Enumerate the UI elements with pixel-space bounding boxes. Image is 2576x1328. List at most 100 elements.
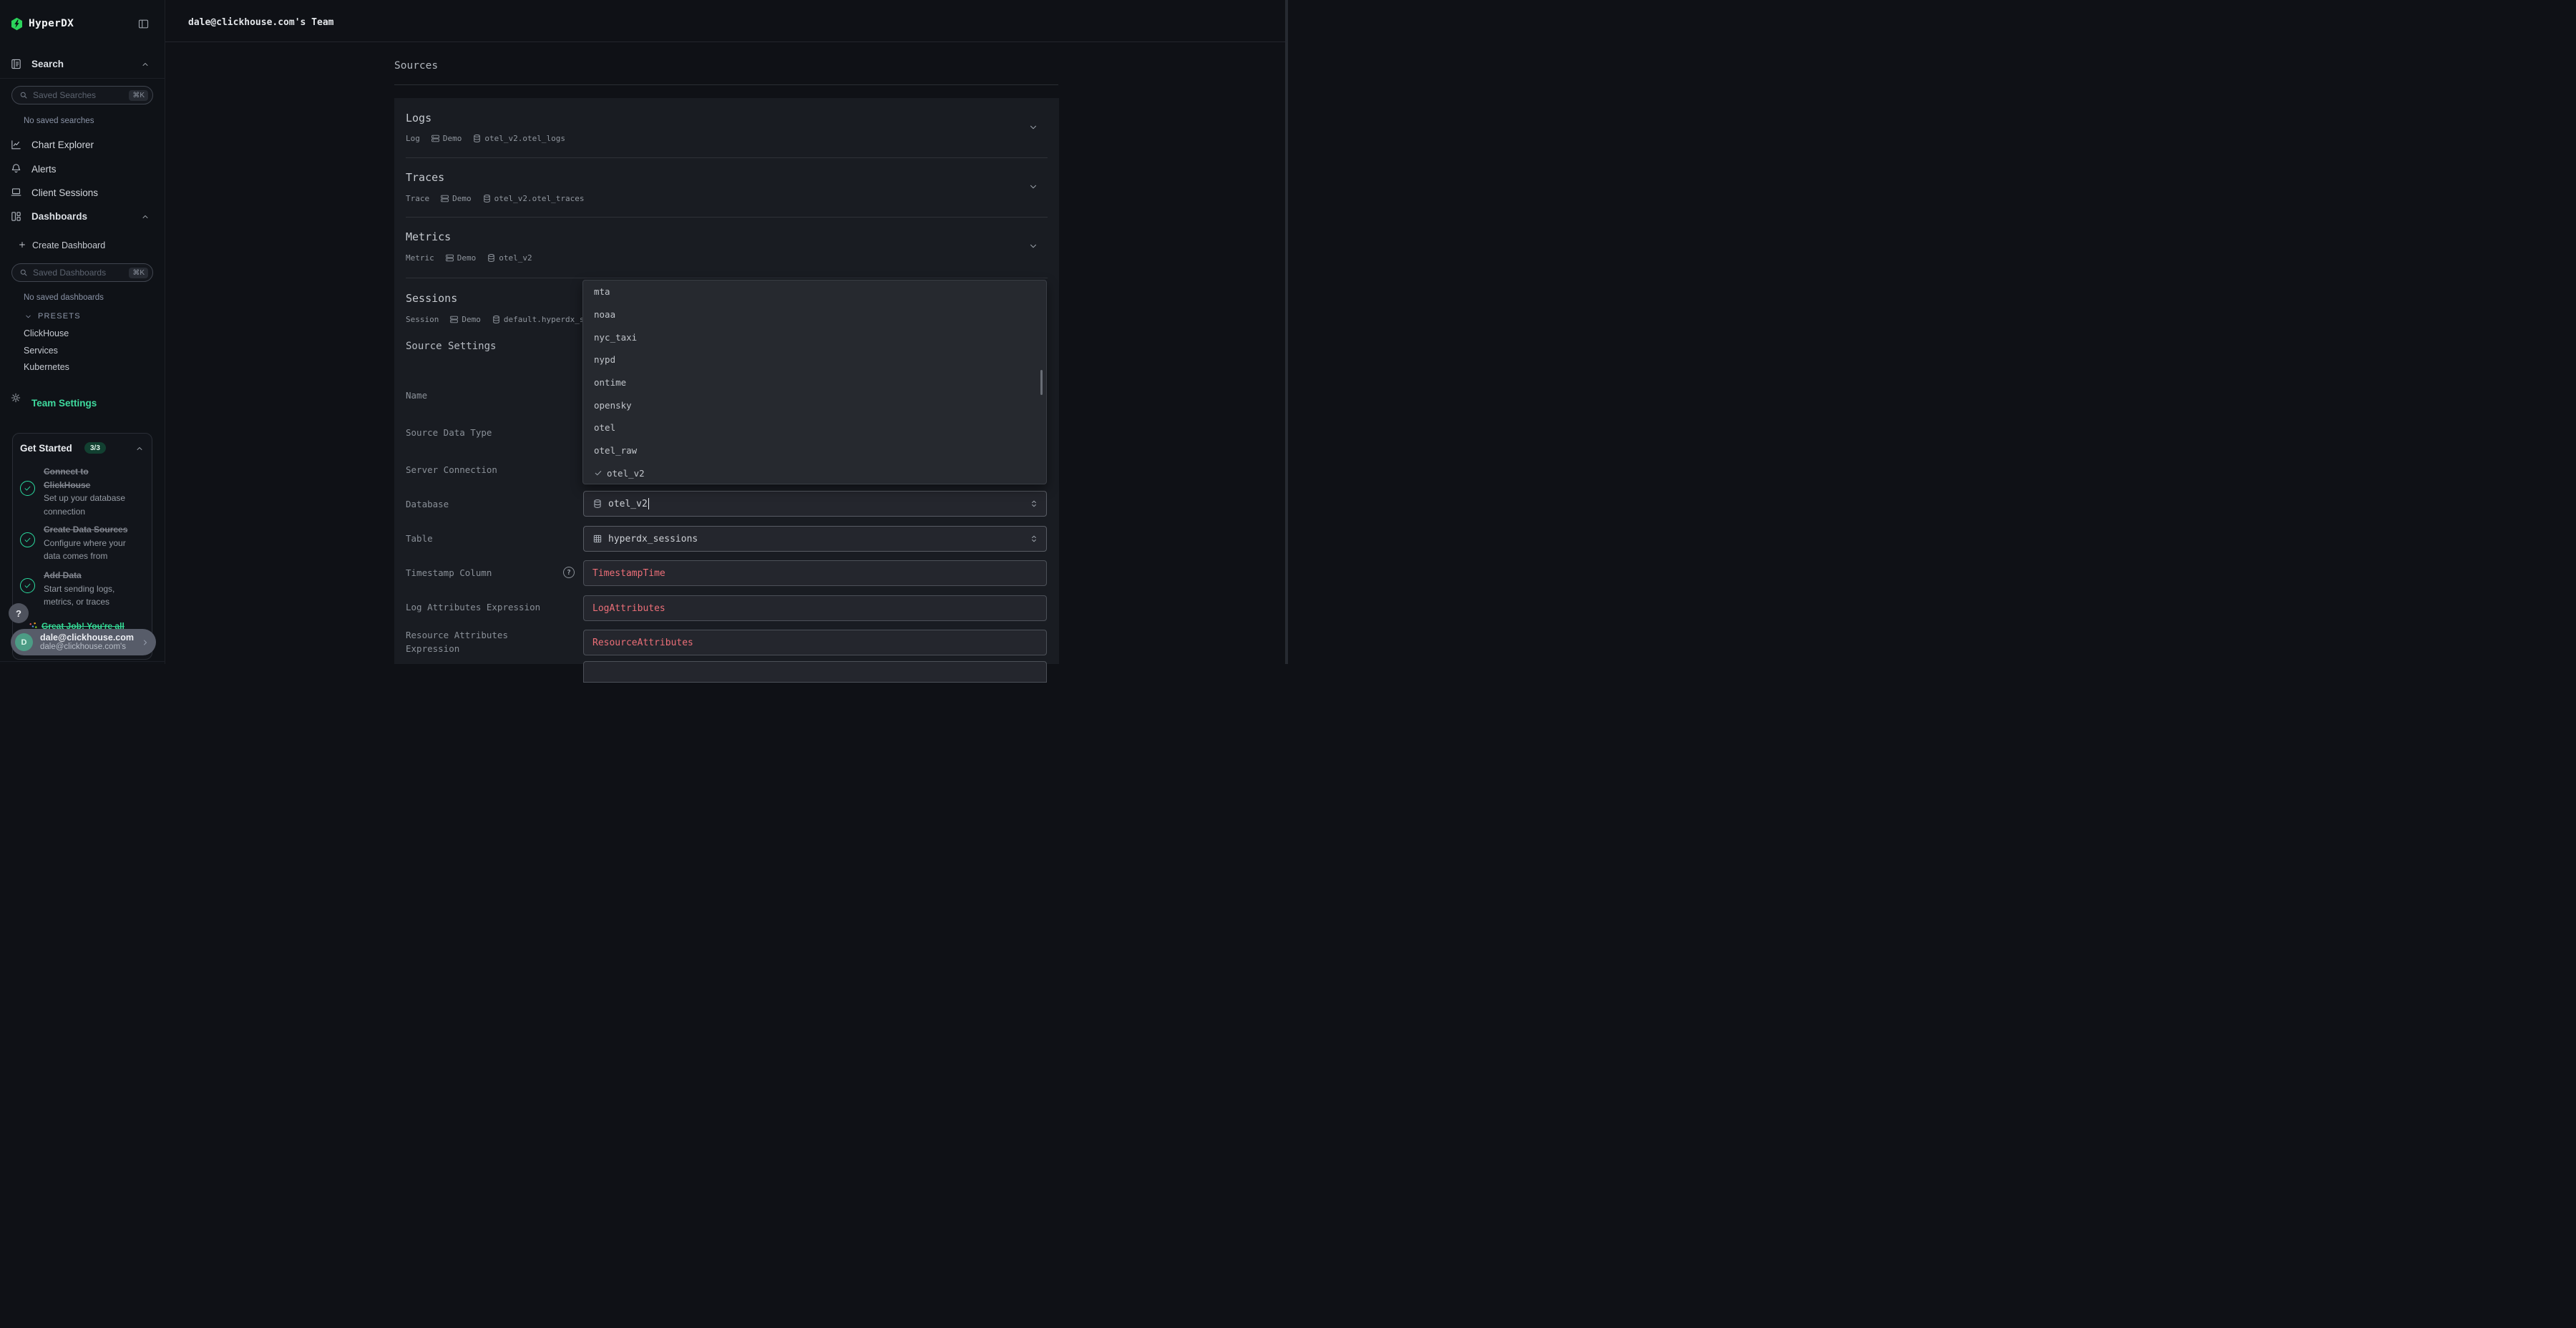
database-value: otel_v2 (608, 499, 648, 509)
saved-searches-input[interactable] (33, 90, 129, 100)
server-icon (445, 253, 454, 263)
resource-attributes-value: ResourceAttributes (592, 638, 693, 648)
help-button[interactable]: ? (9, 603, 29, 623)
collapse-sidebar-icon[interactable] (137, 18, 150, 30)
dropdown-option-selected[interactable]: otel_v2 (583, 462, 1046, 485)
preset-clickhouse[interactable]: ClickHouse (24, 328, 69, 338)
dropdown-option[interactable]: mta (583, 280, 1046, 303)
presets-chevron-down-icon[interactable] (24, 313, 32, 321)
dropdown-option[interactable]: opensky (583, 394, 1046, 416)
resource-attributes-input[interactable]: ResourceAttributes (583, 630, 1047, 655)
get-started-item[interactable]: Connect to ClickHouse Set up your databa… (44, 465, 125, 518)
database-dropdown: mta noaa nyc_taxi nypd ontime opensky ot… (582, 280, 1047, 484)
dropdown-option[interactable]: noaa (583, 303, 1046, 326)
check-icon (594, 469, 602, 477)
expand-chevron-down-icon[interactable] (1028, 241, 1038, 251)
no-saved-dashboards-note: No saved dashboards (24, 293, 104, 302)
source-section-traces[interactable]: Traces (406, 171, 444, 184)
dropdown-option[interactable]: nyc_taxi (583, 326, 1046, 348)
plus-icon (18, 240, 26, 249)
next-input-partial[interactable] (583, 661, 1047, 683)
saved-dashboards-input[interactable] (33, 268, 129, 278)
dropdown-scrollbar[interactable] (1040, 370, 1043, 395)
table-name: default.hyperdx_s (504, 315, 585, 324)
step-title-line: Create Data Sources (44, 523, 127, 537)
database-icon (472, 134, 482, 143)
help-icon[interactable]: ? (563, 567, 575, 578)
resource-attributes-label-line1: Resource Attributes (406, 630, 508, 640)
table-label: Table (406, 533, 433, 544)
resource-attributes-label-line2: Expression (406, 643, 459, 654)
server-icon (449, 315, 459, 324)
dashboards-collapse-chevron-up-icon[interactable] (141, 213, 150, 221)
dropdown-option[interactable]: otel (583, 416, 1046, 439)
expand-chevron-down-icon[interactable] (1028, 182, 1038, 192)
shortcut-badge: ⌘K (129, 90, 148, 101)
get-started-title: Get Started (20, 443, 72, 454)
expand-chevron-down-icon[interactable] (1028, 122, 1038, 132)
timestamp-value: TimestampTime (592, 568, 665, 579)
source-type: Trace (406, 194, 429, 203)
source-meta: Trace Demo otel_v2.otel_traces (406, 194, 584, 203)
step-desc-line: metrics, or traces (44, 595, 114, 609)
server-icon (431, 134, 440, 143)
database-icon (492, 315, 501, 324)
section-divider (406, 217, 1048, 218)
get-started-item[interactable]: Add Data Start sending logs, metrics, or… (44, 569, 114, 609)
dropdown-option[interactable]: ontime (583, 371, 1046, 394)
log-attributes-input[interactable]: LogAttributes (583, 595, 1047, 621)
get-started-progress-badge: 3/3 (84, 442, 106, 454)
source-section-metrics[interactable]: Metrics (406, 230, 451, 243)
source-section-logs[interactable]: Logs (406, 112, 431, 125)
step-title-line: ClickHouse (44, 479, 125, 492)
dropdown-option[interactable]: otel_raw (583, 439, 1046, 462)
step-desc-line: Start sending logs, (44, 582, 114, 596)
saved-dashboards-search[interactable]: ⌘K (11, 263, 153, 282)
database-icon (592, 499, 602, 509)
create-dashboard-button[interactable]: Create Dashboard (32, 240, 105, 250)
user-menu[interactable]: D dale@clickhouse.com dale@clickhouse.co… (11, 629, 156, 655)
saved-searches-search[interactable]: ⌘K (11, 86, 153, 104)
search-icon (19, 91, 28, 99)
step-desc-line: data comes from (44, 550, 127, 563)
table-icon (592, 534, 602, 544)
brand-wordmark: HyperDX (29, 18, 74, 29)
table-value: hyperdx_sessions (608, 534, 698, 545)
source-type: Metric (406, 253, 434, 263)
table-name: otel_v2 (499, 253, 532, 263)
chevron-right-icon (141, 638, 150, 647)
table-select[interactable]: hyperdx_sessions (583, 526, 1047, 552)
preset-services[interactable]: Services (24, 346, 58, 356)
source-section-sessions[interactable]: Sessions (406, 292, 457, 305)
sidebar-item-chart-explorer[interactable]: Chart Explorer (31, 140, 94, 150)
get-started-collapse-chevron-up-icon[interactable] (135, 444, 144, 453)
server-connection-label: Server Connection (406, 464, 497, 475)
source-meta: Log Demo otel_v2.otel_logs (406, 134, 565, 143)
page-scrollbar[interactable] (1285, 0, 1288, 664)
sidebar-section-search[interactable]: Search (31, 59, 64, 69)
sidebar: HyperDX Search ⌘K No saved searches Char… (0, 0, 165, 664)
dropdown-option[interactable]: nypd (583, 348, 1046, 371)
laptop-icon (10, 186, 22, 198)
sidebar-item-alerts[interactable]: Alerts (31, 164, 57, 175)
database-select[interactable]: otel_v2 (583, 491, 1047, 517)
timestamp-column-label: Timestamp Column (406, 567, 492, 578)
presets-header[interactable]: PRESETS (38, 312, 81, 321)
get-started-item[interactable]: Create Data Sources Configure where your… (44, 523, 127, 563)
team-settings-link[interactable]: Team Settings (31, 398, 97, 409)
dashboards-layout-icon (10, 210, 22, 223)
sidebar-divider (0, 78, 165, 79)
source-meta: Metric Demo otel_v2 (406, 253, 532, 263)
sources-heading: Sources (394, 60, 438, 72)
database-icon (487, 253, 496, 263)
no-saved-searches-note: No saved searches (24, 117, 94, 125)
source-data-type-label: Source Data Type (406, 427, 492, 438)
sidebar-item-dashboards[interactable]: Dashboards (31, 211, 87, 222)
page-title: dale@clickhouse.com's Team (188, 17, 334, 28)
sources-panel: Logs Log Demo otel_v2.otel_logs Traces T… (394, 98, 1059, 664)
search-collapse-chevron-up-icon[interactable] (141, 60, 150, 69)
sidebar-item-client-sessions[interactable]: Client Sessions (31, 187, 98, 198)
timestamp-column-input[interactable]: TimestampTime (583, 560, 1047, 586)
preset-kubernetes[interactable]: Kubernetes (24, 362, 69, 372)
check-circle-icon (20, 481, 35, 496)
